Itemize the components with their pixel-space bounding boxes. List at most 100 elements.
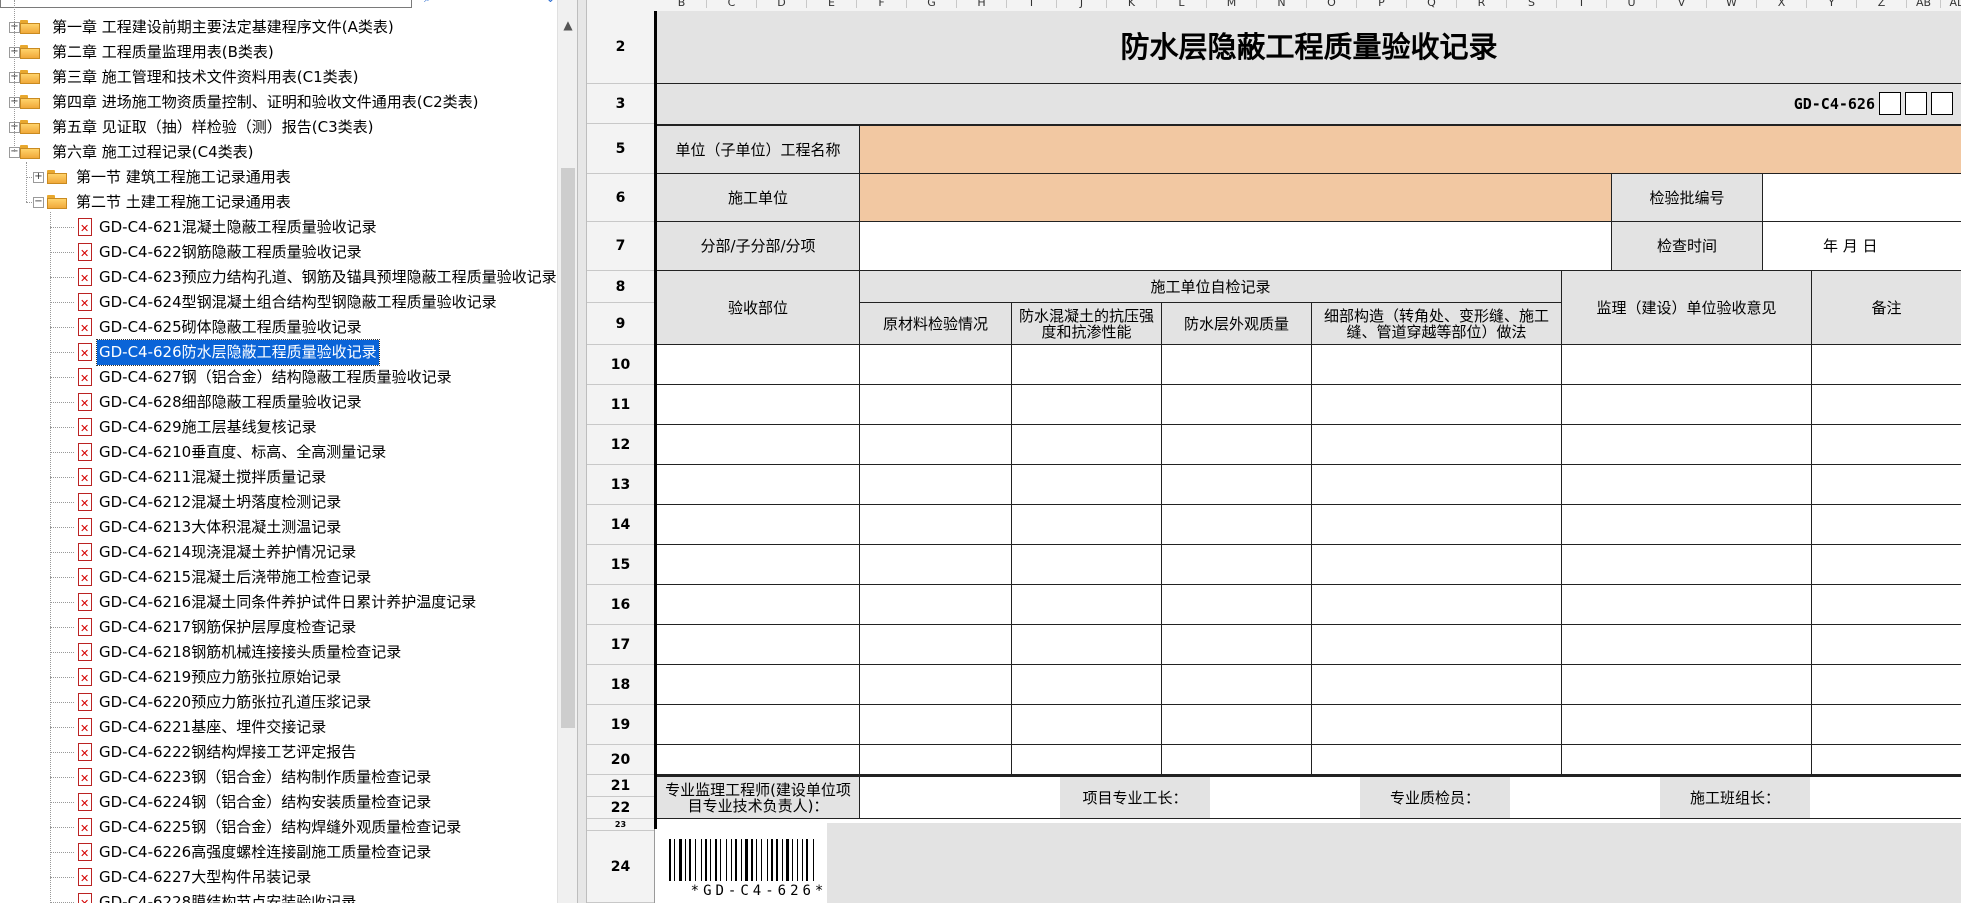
data-cell[interactable]	[1012, 545, 1162, 585]
row-header-2[interactable]: 2	[587, 11, 654, 84]
column-header-L[interactable]: L	[1157, 0, 1207, 8]
data-cell[interactable]	[860, 385, 1012, 425]
column-header-E[interactable]: E	[807, 0, 857, 8]
data-cell[interactable]	[657, 665, 860, 705]
data-cell[interactable]	[860, 585, 1012, 625]
data-cell[interactable]	[860, 625, 1012, 665]
row-header-21[interactable]: 21	[587, 775, 654, 797]
division-input[interactable]	[860, 222, 1612, 271]
column-header-F[interactable]: F	[857, 0, 907, 8]
quality-inspector-input[interactable]	[1510, 775, 1660, 819]
data-cell[interactable]	[1012, 505, 1162, 545]
column-header-Y[interactable]: Y	[1807, 0, 1857, 8]
column-header-S[interactable]: S	[1507, 0, 1557, 8]
code-box-3[interactable]	[1931, 92, 1953, 115]
column-header-I[interactable]: I	[1007, 0, 1057, 8]
expand-icon[interactable]: +	[33, 172, 44, 183]
data-cell[interactable]	[1162, 665, 1312, 705]
data-cell[interactable]	[1812, 345, 1961, 385]
row-header-7[interactable]: 7	[587, 222, 654, 271]
column-header-D[interactable]: D	[757, 0, 807, 8]
row-header-11[interactable]: 11	[587, 385, 654, 425]
data-cell[interactable]	[1312, 745, 1562, 775]
column-header-Q[interactable]: Q	[1407, 0, 1457, 8]
data-cell[interactable]	[1012, 425, 1162, 465]
row-header-24[interactable]: 24	[587, 831, 654, 903]
data-cell[interactable]	[1312, 625, 1562, 665]
data-cell[interactable]	[1012, 465, 1162, 505]
data-cell[interactable]	[1012, 585, 1162, 625]
data-cell[interactable]	[1012, 745, 1162, 775]
data-cell[interactable]	[1562, 465, 1812, 505]
batch-no-input[interactable]	[1763, 174, 1961, 222]
data-cell[interactable]	[1312, 465, 1562, 505]
row-header-20[interactable]: 20	[587, 745, 654, 775]
column-header-N[interactable]: N	[1257, 0, 1307, 8]
row-header-6[interactable]: 6	[587, 174, 654, 222]
data-cell[interactable]	[1162, 425, 1312, 465]
column-header-B[interactable]: B	[657, 0, 707, 8]
row-header-9[interactable]: 9	[587, 303, 654, 345]
column-header-X[interactable]: X	[1757, 0, 1807, 8]
toolbar-icon-2[interactable]: ⌄	[545, 0, 557, 5]
data-cell[interactable]	[860, 545, 1012, 585]
row-header-19[interactable]: 19	[587, 705, 654, 745]
column-header-AB[interactable]: AB	[1907, 0, 1941, 8]
column-header-P[interactable]: P	[1357, 0, 1407, 8]
data-cell[interactable]	[1162, 345, 1312, 385]
construction-unit-input[interactable]	[860, 174, 1612, 222]
data-cell[interactable]	[1812, 465, 1961, 505]
data-cell[interactable]	[657, 465, 860, 505]
data-cell[interactable]	[1562, 545, 1812, 585]
row-header-18[interactable]: 18	[587, 665, 654, 705]
column-header-R[interactable]: R	[1457, 0, 1507, 8]
scroll-up-icon[interactable]: ▲	[558, 18, 578, 32]
column-header-J[interactable]: J	[1057, 0, 1107, 8]
data-cell[interactable]	[1012, 705, 1162, 745]
data-cell[interactable]	[1562, 345, 1812, 385]
data-cell[interactable]	[860, 345, 1012, 385]
row-header-22[interactable]: 22	[587, 797, 654, 819]
data-cell[interactable]	[657, 745, 860, 775]
data-cell[interactable]	[1162, 585, 1312, 625]
data-cell[interactable]	[1012, 665, 1162, 705]
data-cell[interactable]	[1562, 745, 1812, 775]
row-header-5[interactable]: 5	[587, 124, 654, 174]
row-header-23[interactable]: 23	[587, 819, 654, 831]
data-cell[interactable]	[860, 425, 1012, 465]
supervising-engineer-input[interactable]	[860, 775, 1060, 819]
column-header-O[interactable]: O	[1307, 0, 1357, 8]
data-cell[interactable]	[657, 385, 860, 425]
data-cell[interactable]	[1162, 505, 1312, 545]
data-cell[interactable]	[1812, 705, 1961, 745]
column-header-AD[interactable]: AD	[1941, 0, 1961, 8]
tree-scrollbar[interactable]: ▲	[557, 0, 578, 903]
data-cell[interactable]	[657, 705, 860, 745]
column-header-H[interactable]: H	[957, 0, 1007, 8]
data-cell[interactable]	[1162, 705, 1312, 745]
column-header-T[interactable]: T	[1557, 0, 1607, 8]
column-header-V[interactable]: V	[1657, 0, 1707, 8]
row-header-14[interactable]: 14	[587, 505, 654, 545]
data-cell[interactable]	[1312, 345, 1562, 385]
data-cell[interactable]	[1012, 625, 1162, 665]
data-cell[interactable]	[1312, 705, 1562, 745]
data-cell[interactable]	[1012, 385, 1162, 425]
row-header-17[interactable]: 17	[587, 625, 654, 665]
data-cell[interactable]	[1312, 665, 1562, 705]
row-header-3[interactable]: 3	[587, 84, 654, 124]
data-cell[interactable]	[657, 345, 860, 385]
row-header-13[interactable]: 13	[587, 465, 654, 505]
data-cell[interactable]	[657, 625, 860, 665]
column-header-U[interactable]: U	[1607, 0, 1657, 8]
data-cell[interactable]	[860, 505, 1012, 545]
data-cell[interactable]	[657, 585, 860, 625]
data-cell[interactable]	[860, 665, 1012, 705]
row-header-16[interactable]: 16	[587, 585, 654, 625]
column-header-C[interactable]: C	[707, 0, 757, 8]
row-header-12[interactable]: 12	[587, 425, 654, 465]
project-name-input[interactable]	[860, 124, 1961, 174]
data-cell[interactable]	[1812, 585, 1961, 625]
inspection-date-input[interactable]: 年 月 日	[1763, 222, 1961, 271]
data-cell[interactable]	[1562, 585, 1812, 625]
